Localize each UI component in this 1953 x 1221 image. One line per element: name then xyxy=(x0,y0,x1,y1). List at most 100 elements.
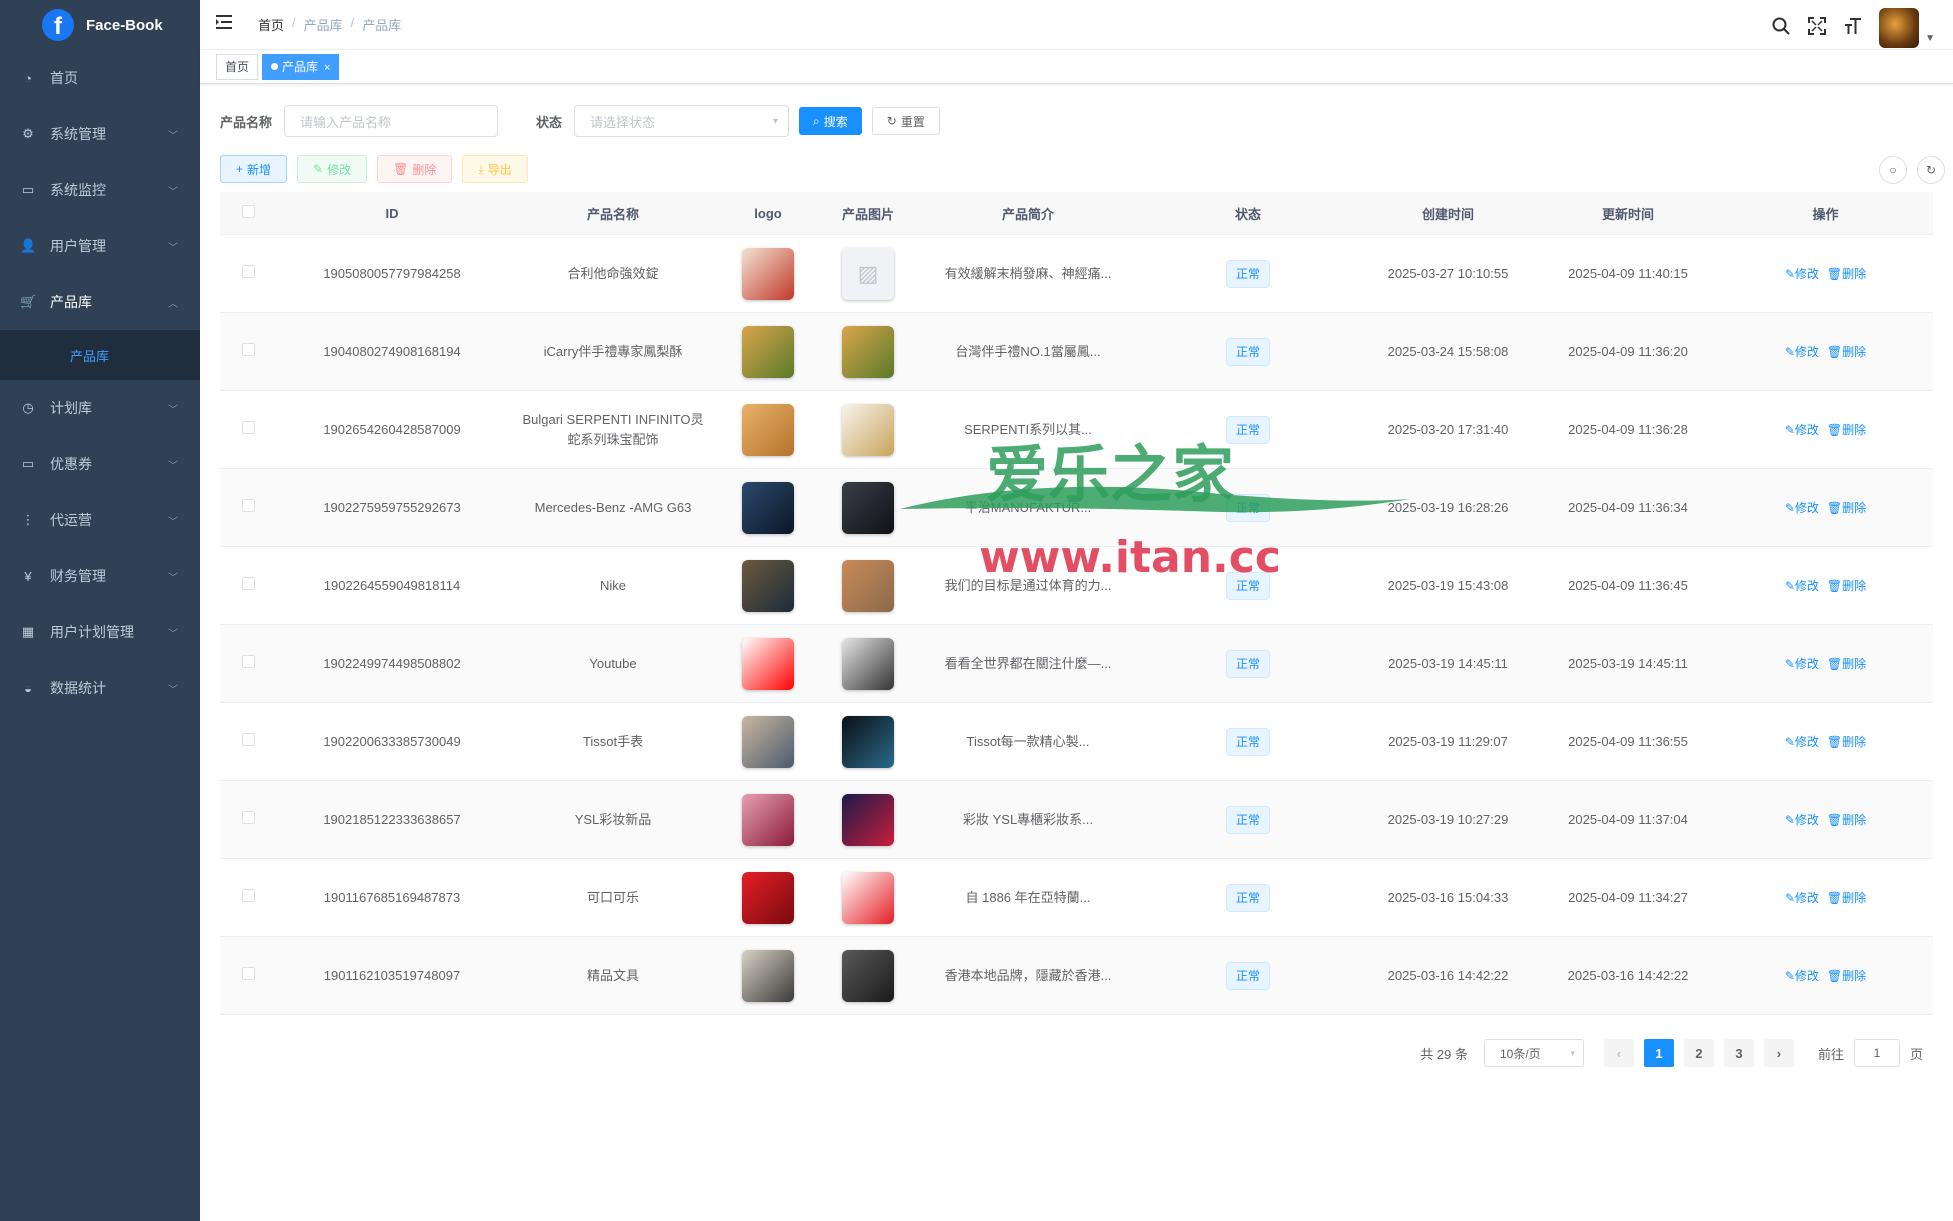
table-row[interactable]: 1905080057797984258 合利他命強效錠 ▨ 有效緩解末梢發麻、神經痛.… xyxy=(220,235,1933,313)
row-delete-button[interactable]: 🗑删除 xyxy=(1827,813,1866,827)
row-delete-button[interactable]: 🗑删除 xyxy=(1827,501,1866,515)
breadcrumb-home[interactable]: 首页 xyxy=(258,15,284,34)
page-size-select[interactable]: 10条/页 ▾ xyxy=(1483,1039,1584,1067)
font-size-icon[interactable] xyxy=(1843,17,1863,40)
page-2[interactable]: 2 xyxy=(1683,1039,1714,1067)
app-logo[interactable]: f Face-Book xyxy=(0,0,200,50)
row-checkbox[interactable] xyxy=(241,264,255,278)
row-edit-button[interactable]: ✎修改 xyxy=(1785,657,1819,671)
row-checkbox[interactable] xyxy=(241,732,255,746)
search-icon[interactable] xyxy=(1771,17,1791,40)
row-delete-button[interactable]: 🗑删除 xyxy=(1827,735,1866,749)
sidebar-item-3[interactable]: 👤 用户管理 ﹀ xyxy=(0,218,200,274)
row-delete-button[interactable]: 🗑删除 xyxy=(1827,969,1866,983)
hamburger-icon[interactable] xyxy=(216,14,234,35)
sidebar-item-5[interactable]: ◷ 计划库 ﹀ xyxy=(0,380,200,436)
sidebar-item-2[interactable]: ▭ 系统监控 ﹀ xyxy=(0,162,200,218)
add-button[interactable]: + 新增 xyxy=(220,155,288,183)
row-checkbox[interactable] xyxy=(241,498,255,512)
product-logo-image[interactable] xyxy=(742,403,794,456)
product-image[interactable] xyxy=(842,481,894,534)
product-image[interactable] xyxy=(842,325,894,378)
row-delete-button[interactable]: 🗑删除 xyxy=(1827,423,1866,437)
row-edit-button[interactable]: ✎修改 xyxy=(1785,891,1819,905)
avatar[interactable] xyxy=(1879,8,1920,48)
row-edit-button[interactable]: ✎修改 xyxy=(1785,813,1819,827)
image-placeholder-icon[interactable]: ▨ xyxy=(842,247,894,300)
row-delete-button[interactable]: 🗑删除 xyxy=(1827,657,1866,671)
product-logo-image[interactable] xyxy=(742,325,794,378)
edit-button[interactable]: ✎ 修改 xyxy=(297,155,368,183)
page-3[interactable]: 3 xyxy=(1723,1039,1754,1067)
status-select[interactable]: 请选择状态 ▾ xyxy=(574,105,790,137)
row-delete-button[interactable]: 🗑删除 xyxy=(1827,345,1866,359)
sidebar-item-1[interactable]: ⚙ 系统管理 ﹀ xyxy=(0,106,200,162)
row-edit-button[interactable]: ✎修改 xyxy=(1785,735,1819,749)
table-row[interactable]: 1902654260428587009 Bulgari SERPENTI INFI… xyxy=(220,391,1933,469)
table-row[interactable]: 1902249974498508802 Youtube 看看全世界都在關注什麼—..… xyxy=(220,625,1933,703)
row-edit-button[interactable]: ✎修改 xyxy=(1785,969,1819,983)
prev-page-button[interactable]: ‹ xyxy=(1603,1039,1634,1067)
row-edit-button[interactable]: ✎修改 xyxy=(1785,267,1819,281)
product-logo-image[interactable] xyxy=(742,871,794,924)
row-checkbox[interactable] xyxy=(241,342,255,356)
row-edit-button[interactable]: ✎修改 xyxy=(1785,501,1819,515)
chevron-down-icon[interactable]: ▼ xyxy=(1925,33,1935,44)
product-image[interactable] xyxy=(842,793,894,846)
sidebar-item-6[interactable]: ▭ 优惠券 ﹀ xyxy=(0,436,200,492)
product-image[interactable] xyxy=(842,949,894,1002)
sidebar-item-9[interactable]: ▦ 用户计划管理 ﹀ xyxy=(0,604,200,660)
sidebar-item-4[interactable]: 🛒 产品库 ︿ xyxy=(0,274,200,330)
close-icon[interactable]: × xyxy=(324,62,330,74)
row-delete-button[interactable]: 🗑删除 xyxy=(1827,267,1866,281)
product-logo-image[interactable] xyxy=(742,793,794,846)
next-page-button[interactable]: › xyxy=(1763,1039,1794,1067)
product-image[interactable] xyxy=(842,637,894,690)
product-logo-image[interactable] xyxy=(742,715,794,768)
delete-button[interactable]: 🗑 删除 xyxy=(377,155,453,183)
row-edit-button[interactable]: ✎修改 xyxy=(1785,579,1819,593)
product-logo-image[interactable] xyxy=(742,481,794,534)
refresh-button[interactable]: ↻ xyxy=(1917,156,1945,184)
row-edit-button[interactable]: ✎修改 xyxy=(1785,423,1819,437)
row-checkbox[interactable] xyxy=(241,576,255,590)
goto-page-input[interactable]: 1 xyxy=(1853,1039,1900,1067)
row-delete-button[interactable]: 🗑删除 xyxy=(1827,579,1866,593)
product-logo-image[interactable] xyxy=(742,247,794,300)
table-row[interactable]: 1904080274908168194 iCarry伴手禮專家鳳梨酥 台灣伴手禮NO… xyxy=(220,313,1933,391)
sidebar-item-8[interactable]: ¥ 财务管理 ﹀ xyxy=(0,548,200,604)
product-logo-image[interactable] xyxy=(742,637,794,690)
product-logo-image[interactable] xyxy=(742,559,794,612)
table-row[interactable]: 1902200633385730049 Tissot手表 Tissot每一款精心製.… xyxy=(220,703,1933,781)
table-row[interactable]: 1902264559049818114 Nike 我们的目标是通过体育的力... 正常… xyxy=(220,547,1933,625)
product-logo-image[interactable] xyxy=(742,949,794,1002)
table-row[interactable]: 1901167685169487873 可口可乐 自 1886 年在亞特蘭... 正常… xyxy=(220,859,1933,937)
row-edit-button[interactable]: ✎修改 xyxy=(1785,345,1819,359)
product-image[interactable] xyxy=(842,871,894,924)
row-checkbox[interactable] xyxy=(241,810,255,824)
sidebar-subitem-product-library[interactable]: 产品库 xyxy=(0,330,200,380)
table-row[interactable]: 1902275959755292673 Mercedes-Benz -AMG G6… xyxy=(220,469,1933,547)
table-row[interactable]: 1901162103519748097 精品文具 香港本地品牌，隱藏於香港... 正常… xyxy=(220,937,1933,1015)
row-checkbox[interactable] xyxy=(241,420,255,434)
product-image[interactable] xyxy=(842,715,894,768)
product-name-input[interactable]: 请输入产品名称 xyxy=(284,105,499,137)
row-delete-button[interactable]: 🗑删除 xyxy=(1827,891,1866,905)
tag-home[interactable]: 首页 xyxy=(216,54,259,80)
product-image[interactable] xyxy=(842,559,894,612)
sidebar-item-7[interactable]: ⋮ 代运营 ﹀ xyxy=(0,492,200,548)
table-row[interactable]: 1902185122333638657 YSL彩妆新品 彩妝 YSL專櫃彩妝系...… xyxy=(220,781,1933,859)
page-1[interactable]: 1 xyxy=(1643,1039,1674,1067)
row-checkbox[interactable] xyxy=(241,654,255,668)
tag-product-library[interactable]: 产品库 × xyxy=(262,54,340,80)
export-button[interactable]: ⤓ 导出 xyxy=(462,155,528,183)
select-all-checkbox[interactable] xyxy=(241,205,255,218)
reset-button[interactable]: ↻ 重置 xyxy=(871,107,940,135)
toggle-search-button[interactable]: ○ xyxy=(1879,156,1907,184)
sidebar-item-10[interactable]: ◒ 数据统计 ﹀ xyxy=(0,660,200,716)
product-image[interactable] xyxy=(842,403,894,456)
row-checkbox[interactable] xyxy=(241,966,255,980)
fullscreen-icon[interactable] xyxy=(1807,16,1827,40)
search-button[interactable]: ⌕ 搜索 xyxy=(799,107,862,135)
row-checkbox[interactable] xyxy=(241,888,255,902)
